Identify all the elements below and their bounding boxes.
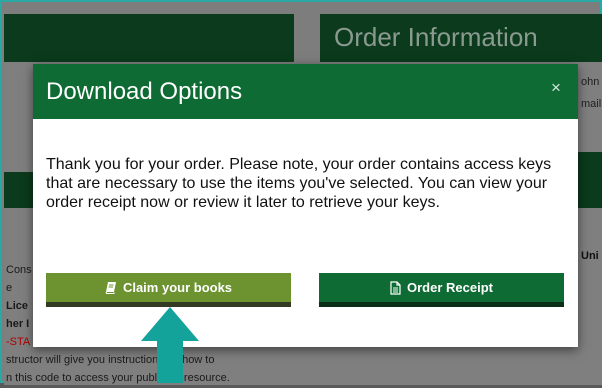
modal-header: Download Options ×: [33, 64, 578, 119]
bg-text-fragment: ohn: [581, 76, 600, 88]
close-icon[interactable]: ×: [548, 79, 564, 96]
up-arrow-icon: [141, 307, 199, 383]
modal-title: Download Options: [46, 78, 243, 105]
claim-your-books-button[interactable]: Claim your books: [46, 273, 291, 307]
bg-text-fragment: -STA: [6, 336, 31, 348]
bg-text-fragment: Cons: [6, 264, 32, 276]
receipt-button-label: Order Receipt: [407, 280, 493, 295]
bg-order-information-title: Order Information: [334, 22, 538, 52]
claim-button-label: Claim your books: [122, 280, 233, 295]
bg-text-fragment: Uni: [581, 250, 599, 262]
download-options-modal: Download Options × Thank you for your or…: [33, 64, 578, 347]
bg-text-fragment: e: [6, 282, 13, 294]
bg-text-fragment: her I: [6, 318, 30, 330]
bg-left-panel-header: [4, 14, 294, 62]
modal-message: Thank you for your order. Please note, y…: [46, 156, 552, 211]
document-icon: [390, 280, 401, 295]
bg-text-fragment: Lice: [6, 300, 29, 312]
bg-text-fragment: mail: [581, 98, 602, 110]
book-icon: [105, 281, 117, 294]
order-receipt-button[interactable]: Order Receipt: [319, 273, 564, 307]
